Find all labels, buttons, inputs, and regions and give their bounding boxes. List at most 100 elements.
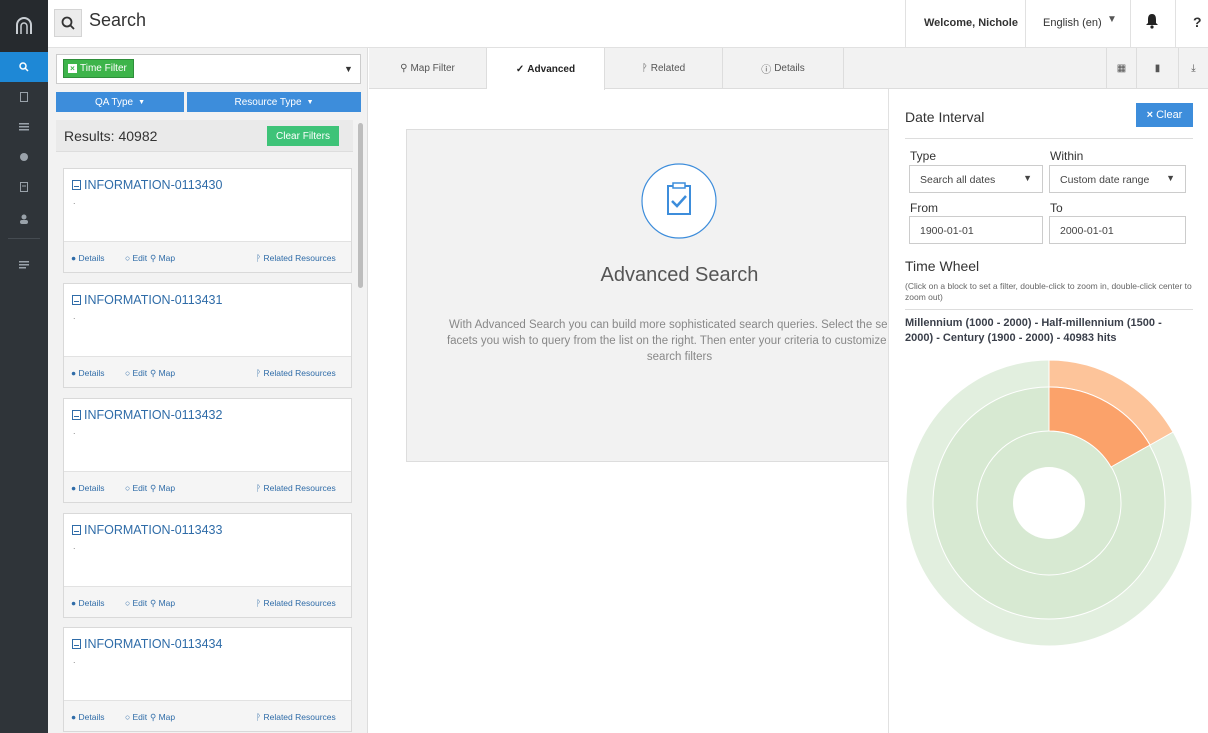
resource-type-dropdown[interactable]: Resource Type ▼ bbox=[187, 92, 361, 112]
tab-label: Details bbox=[774, 63, 805, 74]
welcome-user[interactable]: Welcome, Nichole bbox=[924, 17, 1018, 29]
map-link[interactable]: ⚲ Map bbox=[150, 598, 175, 609]
edit-link[interactable]: ○ Edit bbox=[125, 253, 147, 263]
edit-link[interactable]: ○ Edit bbox=[125, 483, 147, 493]
search-button[interactable] bbox=[54, 9, 82, 37]
rail-menu-icon[interactable] bbox=[0, 250, 48, 280]
edit-link[interactable]: ○ Edit bbox=[125, 598, 147, 608]
arches-logo-icon bbox=[16, 17, 32, 34]
download-icon[interactable]: ⤓ bbox=[1178, 48, 1208, 89]
time-wheel-title: Time Wheel bbox=[905, 258, 980, 274]
tab-details[interactable]: ⓘ Details bbox=[723, 48, 844, 89]
topbar-divider bbox=[1175, 0, 1176, 48]
details-link[interactable]: ● Details bbox=[71, 712, 104, 722]
result-title: INFORMATION-0113430 bbox=[84, 178, 223, 192]
result-actions: ● Details ○ Edit ⚲ Map ᚹ Related Resourc… bbox=[64, 241, 351, 272]
result-title-link[interactable]: INFORMATION-0113430 bbox=[72, 178, 222, 192]
type-label: Type bbox=[910, 149, 937, 163]
caret-down-icon: ▼ bbox=[138, 98, 146, 106]
result-card: INFORMATION-0113430 . ● Details ○ Edit ⚲… bbox=[63, 168, 352, 273]
clear-filters-button[interactable]: Clear Filters bbox=[267, 126, 339, 146]
remove-filter-icon[interactable]: × bbox=[68, 64, 77, 73]
within-value: Custom date range bbox=[1060, 174, 1150, 186]
related-resources-link[interactable]: ᚹ Related Resources bbox=[256, 368, 336, 378]
details-link[interactable]: ● Details bbox=[71, 368, 104, 378]
time-wheel-hint: (Click on a block to set a filter, doubl… bbox=[905, 281, 1192, 302]
time-filter-label: Time Filter bbox=[80, 63, 127, 74]
tab-label: Related bbox=[650, 63, 686, 74]
map-link[interactable]: ⚲ Map bbox=[150, 368, 175, 379]
within-select[interactable]: Custom date range ▼ bbox=[1049, 165, 1186, 193]
results-bar: Results: 40982 Clear Filters bbox=[56, 120, 353, 152]
topbar-divider bbox=[1130, 0, 1131, 48]
rail-search-icon[interactable] bbox=[0, 52, 48, 82]
result-description: . bbox=[73, 541, 76, 551]
caret-down-icon[interactable]: ▼ bbox=[1107, 14, 1117, 25]
bookmark-icon[interactable]: ▮ bbox=[1136, 48, 1178, 89]
tab-advanced[interactable]: ✓ Advanced bbox=[487, 48, 605, 90]
rail-book-icon[interactable] bbox=[0, 172, 48, 202]
calendar-icon[interactable]: ▦ bbox=[1106, 48, 1136, 89]
result-title-link[interactable]: INFORMATION-0113434 bbox=[72, 637, 222, 651]
document-icon bbox=[72, 295, 81, 305]
result-actions: ● Details ○ Edit ⚲ Map ᚹ Related Resourc… bbox=[64, 586, 351, 617]
result-actions: ● Details ○ Edit ⚲ Map ᚹ Related Resourc… bbox=[64, 700, 351, 731]
result-title: INFORMATION-0113432 bbox=[84, 408, 223, 422]
map-marker-icon: ⚲ bbox=[400, 63, 408, 74]
tab-related[interactable]: ᚹ Related bbox=[605, 48, 723, 89]
time-filter-tag[interactable]: × Time Filter bbox=[63, 59, 134, 78]
search-icon bbox=[61, 16, 75, 30]
qa-type-dropdown[interactable]: QA Type ▼ bbox=[56, 92, 184, 112]
related-icon: ᚹ bbox=[641, 63, 648, 74]
edit-link[interactable]: ○ Edit bbox=[125, 712, 147, 722]
details-link[interactable]: ● Details bbox=[71, 483, 104, 493]
rail-user-icon[interactable] bbox=[0, 204, 48, 234]
result-title: INFORMATION-0113431 bbox=[84, 293, 223, 307]
topbar-divider bbox=[905, 0, 906, 48]
rail-globe-icon[interactable] bbox=[0, 142, 48, 172]
caret-down-icon[interactable]: ▼ bbox=[344, 64, 353, 74]
date-interval-panel: Date Interval × Clear Type Within Search … bbox=[888, 89, 1208, 733]
info-icon: ⓘ bbox=[761, 65, 772, 76]
type-value: Search all dates bbox=[920, 174, 996, 186]
type-select[interactable]: Search all dates ▼ bbox=[909, 165, 1043, 193]
advanced-search-description: With Advanced Search you can build more … bbox=[446, 319, 913, 363]
search-results-panel: × Time Filter ▼ QA Type ▼ Resource Type ▼ R… bbox=[48, 48, 368, 733]
filter-select[interactable]: × Time Filter ▼ bbox=[56, 54, 361, 84]
details-link[interactable]: ● Details bbox=[71, 253, 104, 263]
related-resources-link[interactable]: ᚹ Related Resources bbox=[256, 712, 336, 722]
bell-icon[interactable] bbox=[1145, 13, 1159, 29]
result-card: INFORMATION-0113432 . ● Details ○ Edit ⚲… bbox=[63, 398, 352, 503]
map-link[interactable]: ⚲ Map bbox=[150, 483, 175, 494]
rail-list-icon[interactable] bbox=[0, 112, 48, 142]
related-resources-link[interactable]: ᚹ Related Resources bbox=[256, 253, 336, 263]
result-title-link[interactable]: INFORMATION-0113432 bbox=[72, 408, 222, 422]
results-scrollbar[interactable] bbox=[358, 123, 363, 288]
help-icon[interactable]: ? bbox=[1193, 14, 1202, 30]
edit-link[interactable]: ○ Edit bbox=[125, 368, 147, 378]
tab-map-filter[interactable]: ⚲ Map Filter bbox=[369, 48, 487, 89]
check-circle-icon: ✓ bbox=[515, 63, 525, 75]
from-label: From bbox=[910, 201, 938, 215]
clipboard-check-icon bbox=[641, 163, 717, 239]
to-date-input[interactable]: 2000-01-01 bbox=[1049, 216, 1186, 244]
app-logo[interactable] bbox=[0, 0, 48, 52]
resource-type-label: Resource Type bbox=[234, 96, 302, 108]
result-title-link[interactable]: INFORMATION-0113431 bbox=[72, 293, 222, 307]
tab-label: Advanced bbox=[527, 63, 576, 75]
details-link[interactable]: ● Details bbox=[71, 598, 104, 608]
map-link[interactable]: ⚲ Map bbox=[150, 253, 175, 264]
language-select[interactable]: English (en) bbox=[1043, 17, 1102, 29]
clear-date-button[interactable]: × Clear bbox=[1136, 103, 1193, 127]
document-icon bbox=[72, 410, 81, 420]
related-resources-link[interactable]: ᚹ Related Resources bbox=[256, 598, 336, 608]
related-resources-link[interactable]: ᚹ Related Resources bbox=[256, 483, 336, 493]
time-wheel-chart[interactable] bbox=[905, 359, 1193, 647]
wheel-center[interactable] bbox=[1013, 467, 1085, 539]
map-link[interactable]: ⚲ Map bbox=[150, 712, 175, 723]
result-title-link[interactable]: INFORMATION-0113433 bbox=[72, 523, 222, 537]
rail-file-icon[interactable] bbox=[0, 82, 48, 112]
rail-divider bbox=[8, 238, 40, 239]
from-date-input[interactable]: 1900-01-01 bbox=[909, 216, 1043, 244]
result-title: INFORMATION-0113433 bbox=[84, 523, 223, 537]
